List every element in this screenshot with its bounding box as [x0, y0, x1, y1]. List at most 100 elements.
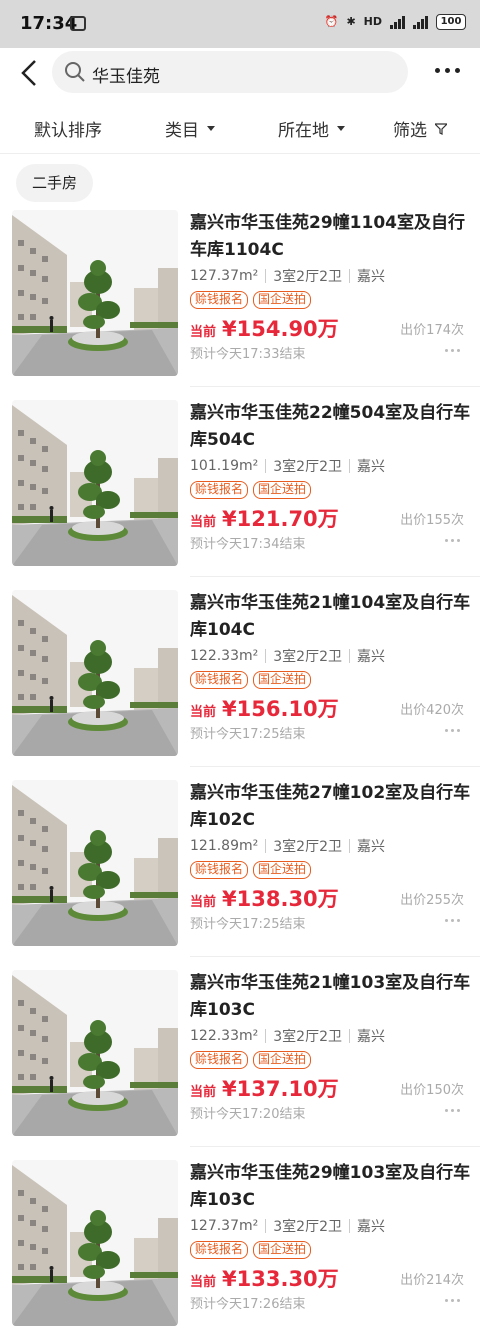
- listing-city: 嘉兴: [356, 839, 385, 855]
- meta-divider: [265, 1219, 267, 1233]
- listing-info: 嘉兴市华玉佳苑22幢504室及自行车库504C 101.19m² 3室2厅2卫 …: [190, 400, 474, 553]
- tag-badge: 赊钱报名: [190, 671, 249, 689]
- bid-count: 出价174次: [400, 323, 464, 338]
- more-options-icon[interactable]: [445, 349, 460, 352]
- end-time-row: 预计今天17:20结束: [190, 1103, 474, 1123]
- listing-price: ¥154.90万: [222, 317, 339, 341]
- filter-bar: 默认排序 类目 所在地 筛选: [0, 100, 480, 154]
- listing-area: 127.37m²: [190, 268, 259, 284]
- search-query: 华玉佳苑: [92, 67, 160, 87]
- end-time-row: 预计今天17:33结束: [190, 343, 474, 363]
- tag-badge: 赊钱报名: [190, 291, 249, 309]
- bid-count: 出价155次: [400, 513, 464, 528]
- current-label: 当前: [190, 325, 217, 340]
- listing-info: 嘉兴市华玉佳苑21幢104室及自行车库104C 122.33m² 3室2厅2卫 …: [190, 590, 474, 743]
- search-input[interactable]: 华玉佳苑: [52, 51, 408, 93]
- back-icon[interactable]: [18, 58, 42, 88]
- listing-title: 嘉兴市华玉佳苑21幢103室及自行车库103C: [190, 973, 471, 1020]
- listing-meta: 127.37m² 3室2厅2卫 嘉兴: [190, 1215, 474, 1237]
- current-label: 当前: [190, 1085, 217, 1100]
- end-time-row: 预计今天17:25结束: [190, 913, 474, 933]
- listing-title: 嘉兴市华玉佳苑29幢103室及自行车库103C: [190, 1163, 471, 1210]
- tag-badge: 国企送拍: [253, 671, 312, 689]
- listing-meta: 101.19m² 3室2厅2卫 嘉兴: [190, 455, 474, 477]
- listing-title: 嘉兴市华玉佳苑22幢504室及自行车库504C: [190, 403, 471, 450]
- listing-price: ¥137.10万: [222, 1077, 339, 1101]
- notification-icon: [70, 16, 86, 31]
- listing-thumbnail: [12, 780, 178, 946]
- listing-thumbnail: [12, 970, 178, 1136]
- more-icon[interactable]: [435, 68, 460, 73]
- bluetooth-icon: ✱: [346, 15, 356, 28]
- more-options-icon[interactable]: [445, 1299, 460, 1302]
- listing-info: 嘉兴市华玉佳苑29幢1104室及自行车库1104C 127.37m² 3室2厅2…: [190, 210, 474, 363]
- card-divider: [190, 386, 480, 387]
- listing-tags: 赊钱报名 国企送拍: [190, 671, 474, 689]
- funnel-icon: [435, 122, 447, 135]
- tag-badge: 赊钱报名: [190, 481, 249, 499]
- meta-divider: [265, 839, 267, 853]
- listing-card[interactable]: 嘉兴市华玉佳苑29幢103室及自行车库103C 127.37m² 3室2厅2卫 …: [0, 1160, 480, 1336]
- signal-icon: [390, 15, 405, 29]
- meta-divider: [348, 1219, 350, 1233]
- listing-city: 嘉兴: [356, 1029, 385, 1045]
- tag-badge: 赊钱报名: [190, 1241, 249, 1259]
- listing-thumbnail: [12, 400, 178, 566]
- price-row: 当前 ¥133.30万 出价214次: [190, 1263, 474, 1293]
- more-options-icon[interactable]: [445, 1109, 460, 1112]
- signal-icon-2: [413, 15, 428, 29]
- price-row: 当前 ¥121.70万 出价155次: [190, 503, 474, 533]
- listing-area: 122.33m²: [190, 648, 259, 664]
- price-row: 当前 ¥137.10万 出价150次: [190, 1073, 474, 1103]
- tag-badge: 国企送拍: [253, 861, 312, 879]
- listing-card[interactable]: 嘉兴市华玉佳苑29幢1104室及自行车库1104C 127.37m² 3室2厅2…: [0, 210, 480, 400]
- meta-divider: [348, 269, 350, 283]
- listing-tags: 赊钱报名 国企送拍: [190, 1241, 474, 1259]
- listing-card[interactable]: 嘉兴市华玉佳苑21幢103室及自行车库103C 122.33m² 3室2厅2卫 …: [0, 970, 480, 1160]
- listing-city: 嘉兴: [356, 269, 385, 285]
- filter-category[interactable]: 类目: [165, 116, 215, 141]
- header: 华玉佳苑: [0, 48, 480, 98]
- category-chip[interactable]: 二手房: [16, 164, 94, 202]
- listing-thumbnail: [12, 590, 178, 756]
- more-options-icon[interactable]: [445, 539, 460, 542]
- end-time: 预计今天17:25结束: [190, 917, 306, 932]
- listing-card[interactable]: 嘉兴市华玉佳苑27幢102室及自行车库102C 121.89m² 3室2厅2卫 …: [0, 780, 480, 970]
- end-time-row: 预计今天17:25结束: [190, 723, 474, 743]
- listing-info: 嘉兴市华玉佳苑27幢102室及自行车库102C 121.89m² 3室2厅2卫 …: [190, 780, 474, 933]
- filter-more[interactable]: 筛选: [393, 116, 447, 141]
- listing-tags: 赊钱报名 国企送拍: [190, 481, 474, 499]
- status-bar: 17:34 ⏰ ✱ HD 100: [0, 0, 480, 48]
- end-time-row: 预计今天17:34结束: [190, 533, 474, 553]
- card-divider: [190, 956, 480, 957]
- current-label: 当前: [190, 705, 217, 720]
- more-options-icon[interactable]: [445, 729, 460, 732]
- listing-card[interactable]: 嘉兴市华玉佳苑22幢504室及自行车库504C 101.19m² 3室2厅2卫 …: [0, 400, 480, 590]
- listing-info: 嘉兴市华玉佳苑21幢103室及自行车库103C 122.33m² 3室2厅2卫 …: [190, 970, 474, 1123]
- card-divider: [190, 766, 480, 767]
- search-icon: [65, 62, 85, 82]
- end-time: 预计今天17:25结束: [190, 727, 306, 742]
- listing-card[interactable]: 嘉兴市华玉佳苑21幢104室及自行车库104C 122.33m² 3室2厅2卫 …: [0, 590, 480, 780]
- chevron-down-icon: [337, 126, 345, 131]
- meta-divider: [265, 269, 267, 283]
- alarm-icon: ⏰: [324, 15, 339, 28]
- chevron-down-icon: [207, 126, 215, 131]
- end-time: 预计今天17:33结束: [190, 347, 306, 362]
- listing-layout: 3室2厅2卫: [273, 649, 342, 665]
- meta-divider: [265, 1029, 267, 1043]
- filter-location[interactable]: 所在地: [278, 116, 345, 141]
- card-divider: [190, 1146, 480, 1147]
- more-options-icon[interactable]: [445, 919, 460, 922]
- current-label: 当前: [190, 1275, 217, 1290]
- listing-area: 122.33m²: [190, 1028, 259, 1044]
- filter-sort[interactable]: 默认排序: [34, 116, 102, 141]
- listing-thumbnail: [12, 210, 178, 376]
- status-time: 17:34: [20, 13, 78, 34]
- listing-title: 嘉兴市华玉佳苑21幢104室及自行车库104C: [190, 593, 471, 640]
- listing-meta: 122.33m² 3室2厅2卫 嘉兴: [190, 1025, 474, 1047]
- listing-layout: 3室2厅2卫: [273, 459, 342, 475]
- meta-divider: [265, 649, 267, 663]
- tag-badge: 国企送拍: [253, 1051, 312, 1069]
- end-time: 预计今天17:20结束: [190, 1107, 306, 1122]
